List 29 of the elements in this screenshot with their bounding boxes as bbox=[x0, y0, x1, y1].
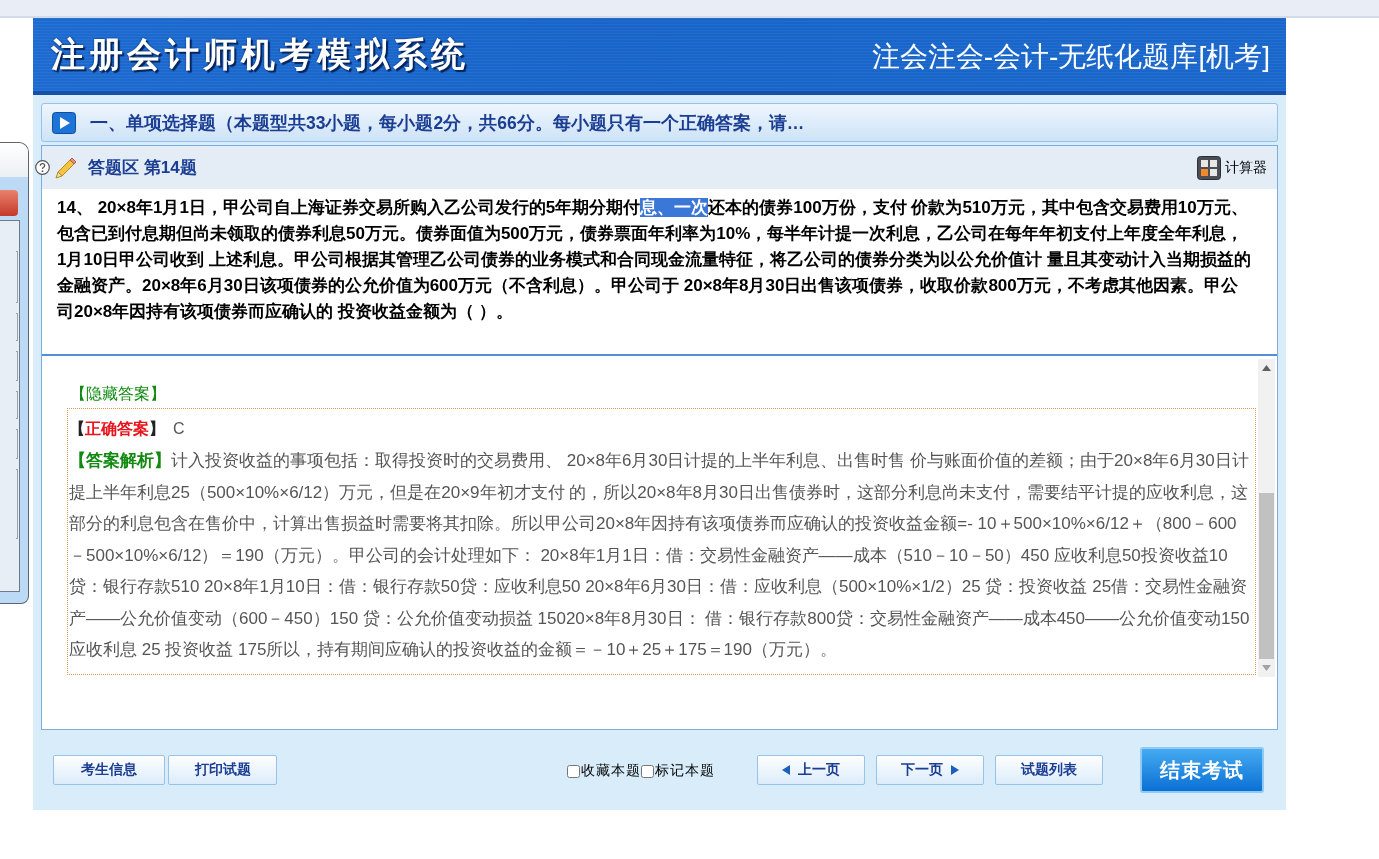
checkbox-label[interactable]: 收藏本题 bbox=[581, 762, 641, 780]
calculator-icon bbox=[1197, 155, 1221, 180]
answer-area-title: 答题区 第14题 bbox=[88, 157, 197, 179]
checkbox[interactable] bbox=[567, 764, 580, 778]
calculator-button[interactable]: 计算器 bbox=[1197, 155, 1267, 180]
finish-exam-button[interactable]: 结束考试 bbox=[1140, 747, 1264, 793]
pencil-icon bbox=[55, 156, 77, 179]
answer-explanation: 【答案解析】计入投资收益的事项包括：取得投资时的交易费用、 20×8年6月30日计提的上半年利息、出售时售 价与账面价值的差额；由于20×8年6月30日计提上半年利息25（500×10%×6/12）万元，但是在20×9年初才支付 的，所以20×8年8月30日出售债券时，这部分利息尚未支付，需要结平计提的应收利息，这部分的利息包含在售价中，计算出售损益时需要将其扣除。所以甲公司20×8年因持有该项债券而应确认的投资收益金额=- 10＋500×10%×6/12＋（800－600－500×10%×6/12）＝190（万元）。甲公司的会计处理如下： 20×8年1月1日：借：交易性金融资产——成本（510－10－50）450 应收利息50投资收益10贷：银行存款510 20×8年1月10日：借：银行存款50贷：应收利息50 20×8年6月30日：借：应收利息（500×10%×1/2）25 贷：投资收益 25借：交易性金融资产——公允价值变动（600－450）150 贷：公允价值变动损益 15020×8年8月30日： 借：银行存款800贷：交易性金融资产——成本450——公允价值变动150应收利息 25 投资收益 175所以，持有期间应确认的投资收益的金额＝－10＋25＋175＝190（万元）。 bbox=[69, 450, 1251, 661]
next-page-button[interactable]: 下一页 bbox=[876, 755, 984, 785]
play-icon bbox=[52, 111, 76, 134]
checkbox-label[interactable]: 标记本题 bbox=[655, 762, 715, 780]
left-triangle-icon[interactable] bbox=[782, 765, 790, 775]
correct-answer-value: C bbox=[173, 420, 185, 438]
question-list-button[interactable]: 试题列表 bbox=[995, 755, 1103, 785]
exam-name: 注会注会-会计-无纸化题库[机考] bbox=[871, 39, 1270, 74]
question-text: 14、 20×8年1月1日，甲公司自上海证券交易所购入乙公司发行的5年期分期付息、一次还本的债券100万份，支付 价款为510万元，其中包含交易费用10万元、包含已到付息期但尚未领取的债券利息50万元。债券面值为500万元，债券票面年利率为10%，每半年计提一次利息，乙公司在每年年初支付上年度全年利息，1月10日甲公司收到 上述利息。甲公司根据其管理乙公司债券的业务模式和合同现金流量特征，将乙公司的债券分类为以公允价值计 量且其变动计入当期损益的金融资产。20×8年6月30日该项债券的公允价值为600万元（不含利息）。甲公司于 20×8年8月30日出售该项债券，收取价款800万元，不考虑其他因素。甲公司20×8年因持有该项债券而应确认的 投资收益金额为（ ）。 bbox=[57, 197, 1251, 323]
previous-page-button[interactable]: 上一页 bbox=[757, 755, 865, 785]
print-button[interactable]: 打印试题 bbox=[168, 755, 277, 785]
scrollbar-thumb[interactable] bbox=[1259, 493, 1274, 659]
system-title: 注册会计师机考模拟系统 bbox=[51, 33, 469, 75]
candidate-info-button[interactable]: 考生信息 bbox=[53, 755, 165, 785]
checkbox[interactable] bbox=[641, 764, 654, 778]
hide-answer-link[interactable]: 【隐藏答案】 bbox=[70, 383, 166, 405]
help-icon[interactable] bbox=[35, 160, 50, 175]
correct-answer-label: 【正确答案】 bbox=[69, 418, 165, 439]
right-triangle-icon[interactable] bbox=[951, 765, 959, 775]
scroll-up-icon[interactable] bbox=[1262, 365, 1271, 371]
scrollbar[interactable] bbox=[1258, 359, 1275, 677]
section-title: 一、单项选择题（本题型共33小题，每小题2分，共66分。每小题只有一个正确答案，请… bbox=[90, 111, 805, 135]
